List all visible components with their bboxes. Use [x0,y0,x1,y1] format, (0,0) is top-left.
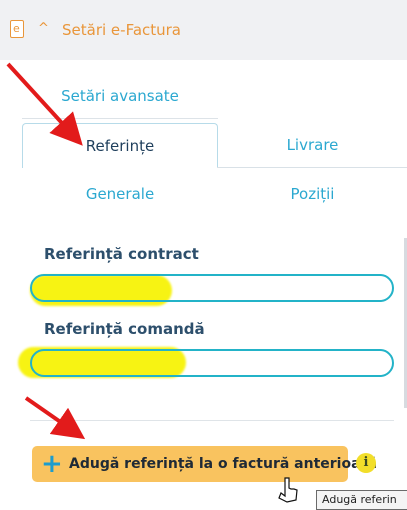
order-reference-input[interactable] [30,349,394,377]
tab-references[interactable]: Referințe [22,123,218,168]
info-icon[interactable]: i [356,453,376,473]
file-icon-letter: e [13,22,20,35]
e-factura-file-icon: e [10,20,24,38]
tab-general[interactable]: Generale [22,182,218,206]
form-divider [30,420,394,421]
order-reference-label: Referință comandă [44,320,205,338]
tooltip: Adugă referin [316,490,407,510]
tab-delivery[interactable]: Livrare [218,123,407,167]
section-header[interactable]: e ^ Setări e-Factura [0,0,407,60]
contract-reference-input[interactable] [30,274,394,302]
add-reference-button[interactable]: + Adugă referință la o factură anterioar… [32,446,377,482]
tab-advanced-settings[interactable]: Setări avansate [22,84,218,119]
tab-positions[interactable]: Poziții [218,182,407,206]
plus-icon: + [41,449,63,479]
add-reference-button-label: Adugă referință la o factură anterioară [69,456,377,472]
contract-reference-label: Referință contract [44,245,199,263]
section-title[interactable]: Setări e-Factura [62,21,181,39]
chevron-up-icon[interactable]: ^ [38,22,49,36]
tab-divider [217,167,407,168]
